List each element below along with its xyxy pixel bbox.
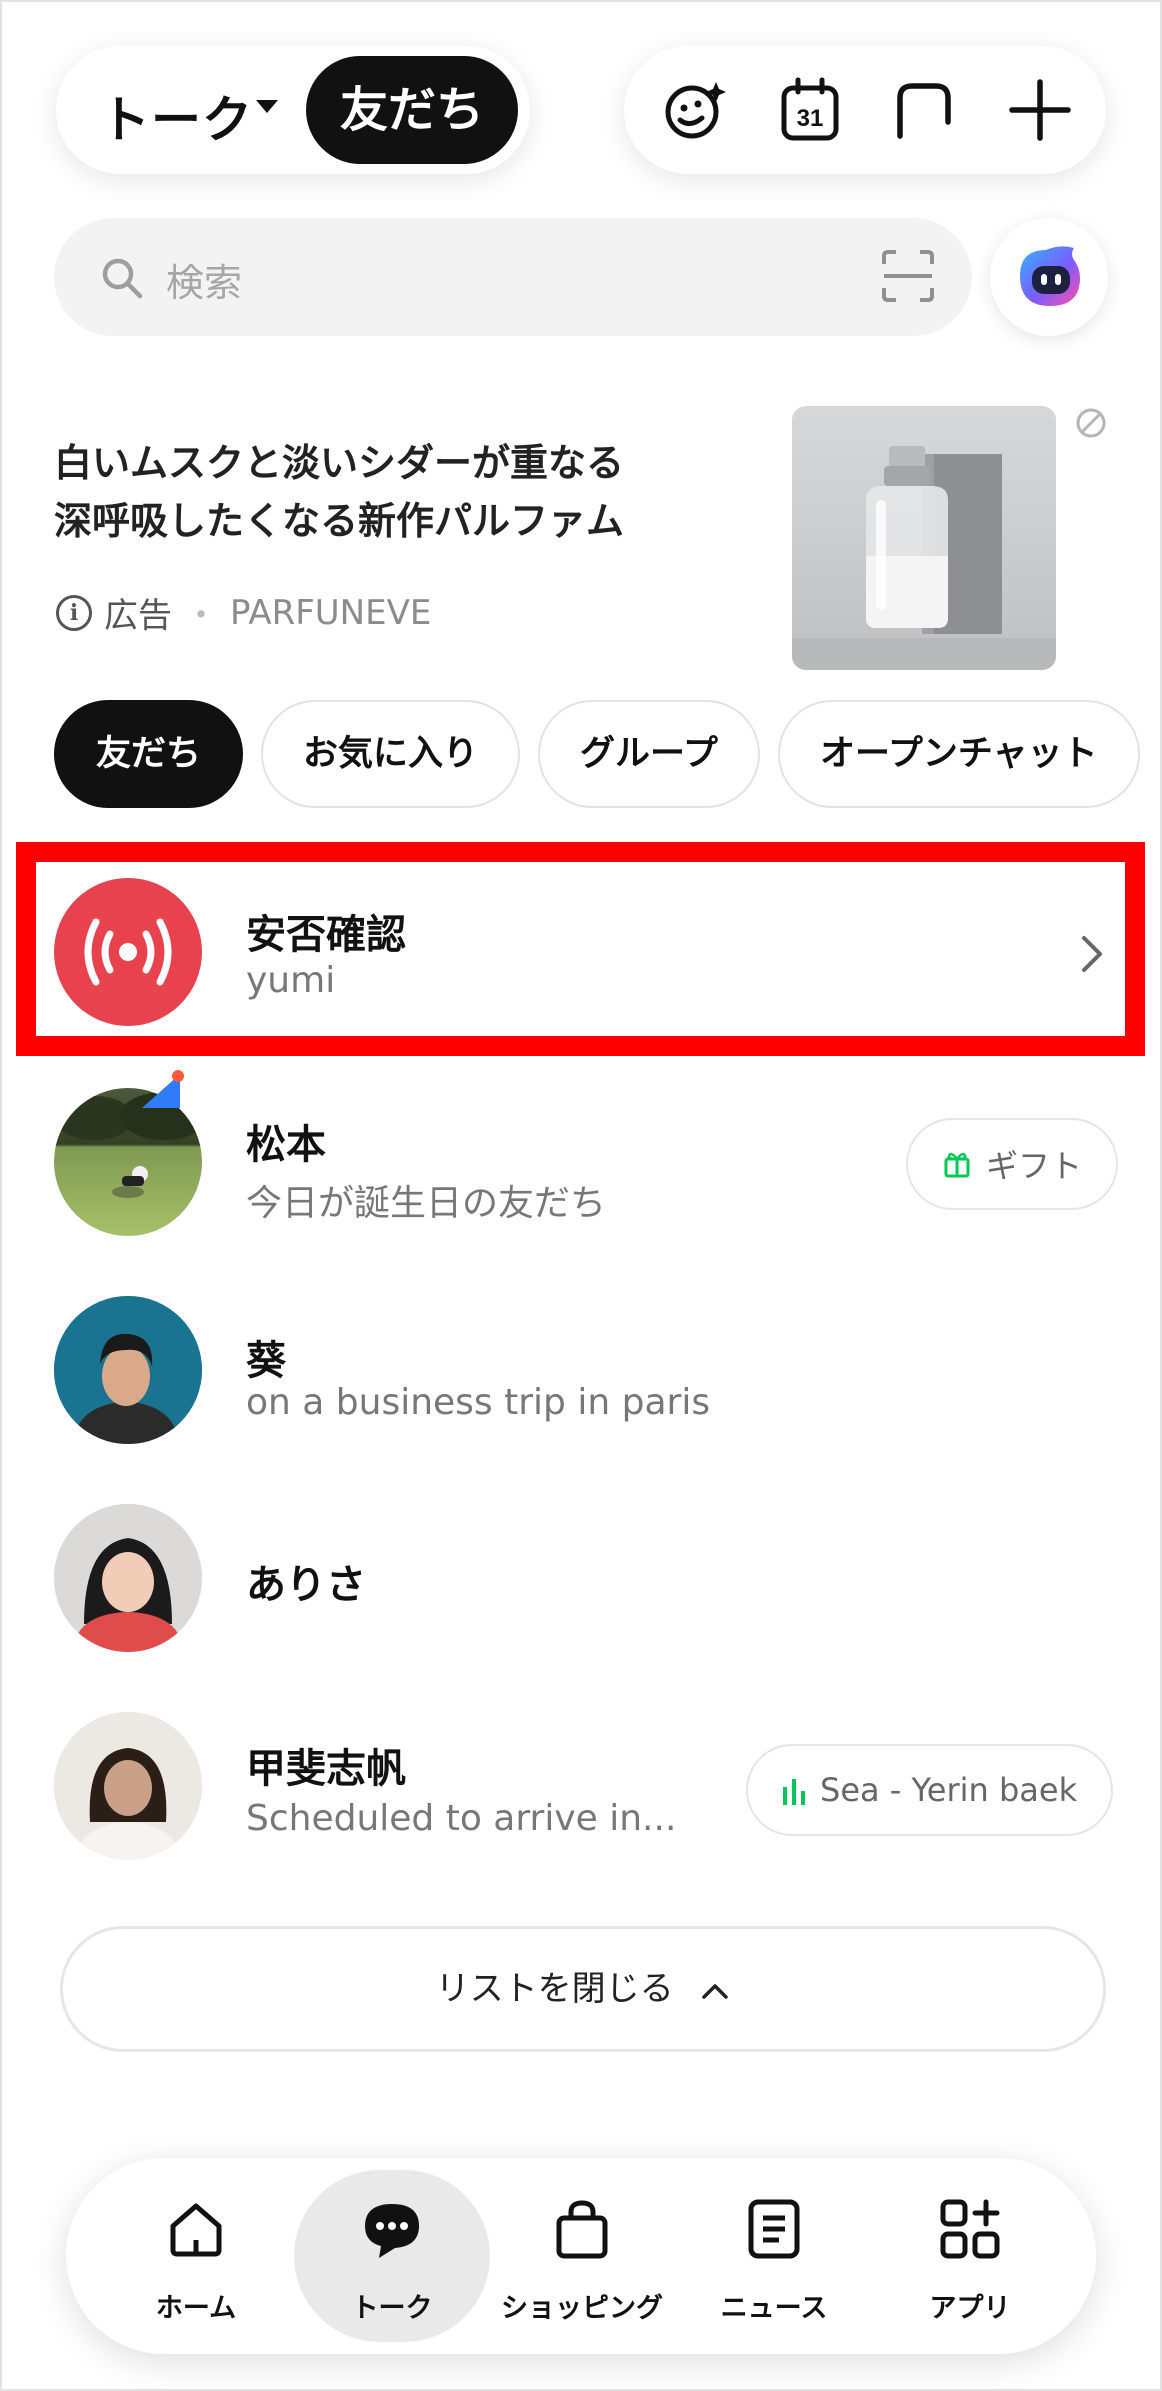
nav-talk-label: トーク [351,2293,433,2324]
plus-icon[interactable] [1006,76,1074,144]
ad-image[interactable] [792,406,1056,670]
svg-text:31: 31 [797,105,824,132]
avatar-photo [54,1296,202,1444]
news-icon [748,2199,800,2259]
shopping-bag-icon [556,2200,608,2259]
ad-advertiser: PARFUNEVE [230,592,432,633]
friend-row[interactable]: 松本 今日が誕生日の友だち ギフト [0,1070,1162,1260]
ad-line-2: 深呼吸したくなる新作パルファム [54,499,625,543]
ai-bot-button[interactable] [990,218,1108,336]
avatar [54,1504,202,1652]
bottom-nav: ホーム トーク ショッピング ニュース アプリ [66,2158,1096,2354]
nav-apps-label: アプリ [929,2293,1011,2324]
friend-filter-tabs: 友だち お気に入り グループ オープンチャット [54,700,1140,808]
tab-groups[interactable]: グループ [538,700,760,808]
ad-separator: ・ [184,596,218,636]
ai-bot-icon [1020,246,1080,306]
square-icon[interactable] [890,76,958,144]
chat-bubble-icon [365,2204,419,2258]
birthday-hat-icon [142,1070,184,1108]
hide-ad-icon[interactable] [1074,406,1108,440]
tab-favorites[interactable]: お気に入り [261,700,521,808]
nav-news-label: ニュース [720,2293,828,2324]
info-icon[interactable]: i [56,594,92,631]
perfume-bottle-image [792,446,1056,670]
search-placeholder: 検索 [166,261,243,305]
highlight-box [16,842,1145,1056]
ad-label: 広告 [104,596,172,636]
friend-status: Scheduled to arrive in... [246,1798,677,1839]
nav-home-label: ホーム [155,2293,237,2324]
friend-name: 甲斐志帆 [246,1746,406,1792]
nav-shopping[interactable]: ショッピング [484,2170,680,2342]
search-icon [102,258,143,299]
avatar [54,1296,202,1444]
friend-row[interactable]: ありさ [0,1486,1162,1676]
nav-home[interactable]: ホーム [98,2170,294,2342]
friend-row[interactable]: 葵 on a business trip in paris [0,1278,1162,1468]
nav-apps[interactable]: アプリ [872,2170,1068,2342]
avatar-photo [54,1504,202,1652]
avatar [54,1712,202,1860]
music-status-pill[interactable]: Sea - Yerin baek [746,1744,1114,1836]
friend-name: 松本 [246,1122,326,1168]
friend-name: 葵 [246,1338,286,1384]
header-actions: 31 [624,46,1106,174]
friend-status: on a business trip in paris [246,1382,711,1423]
avatar-photo [54,1712,202,1860]
gift-icon [944,1152,970,1178]
ad-meta: i 広告 ・ PARFUNEVE [56,588,431,637]
caret-down-icon[interactable] [256,100,278,113]
face-sparkle-icon[interactable] [662,76,730,144]
chevron-up-icon [702,1983,729,1999]
friends-toggle[interactable]: 友だち [306,56,518,164]
talk-dropdown[interactable]: トーク [100,80,253,152]
home-icon [170,2203,222,2257]
calendar-icon[interactable]: 31 [776,76,844,144]
talk-friends-switcher: トーク 友だち [56,46,530,174]
avatar-photo [54,1092,202,1198]
friend-name: ありさ [246,1562,366,1608]
apps-icon [940,2199,1000,2259]
tab-friends[interactable]: 友だち [54,700,244,808]
gift-button[interactable]: ギフト [906,1118,1119,1210]
nav-shopping-label: ショッピング [501,2293,663,2324]
gift-label: ギフト [986,1147,1083,1185]
scan-icon[interactable] [880,248,936,304]
nav-talk[interactable]: トーク [294,2170,490,2342]
ad-line-1: 白いムスクと淡いシダーが重なる [54,441,625,485]
close-list-label: リストを閉じる [435,1969,674,2009]
tab-open-chat[interactable]: オープンチャット [777,700,1140,808]
music-title: Sea - Yerin baek [820,1771,1078,1809]
music-bars-icon [783,1779,805,1805]
nav-news[interactable]: ニュース [676,2170,872,2342]
close-list-button[interactable]: リストを閉じる [60,1926,1106,2052]
friend-status: 今日が誕生日の友だち [246,1183,607,1224]
search-bar[interactable]: 検索 [54,218,972,336]
friend-row[interactable]: 甲斐志帆 Scheduled to arrive in... Sea - Yer… [0,1694,1162,1884]
avatar [54,1088,202,1236]
ad-headline[interactable]: 白いムスクと淡いシダーが重なる 深呼吸したくなる新作パルファム [54,434,624,550]
